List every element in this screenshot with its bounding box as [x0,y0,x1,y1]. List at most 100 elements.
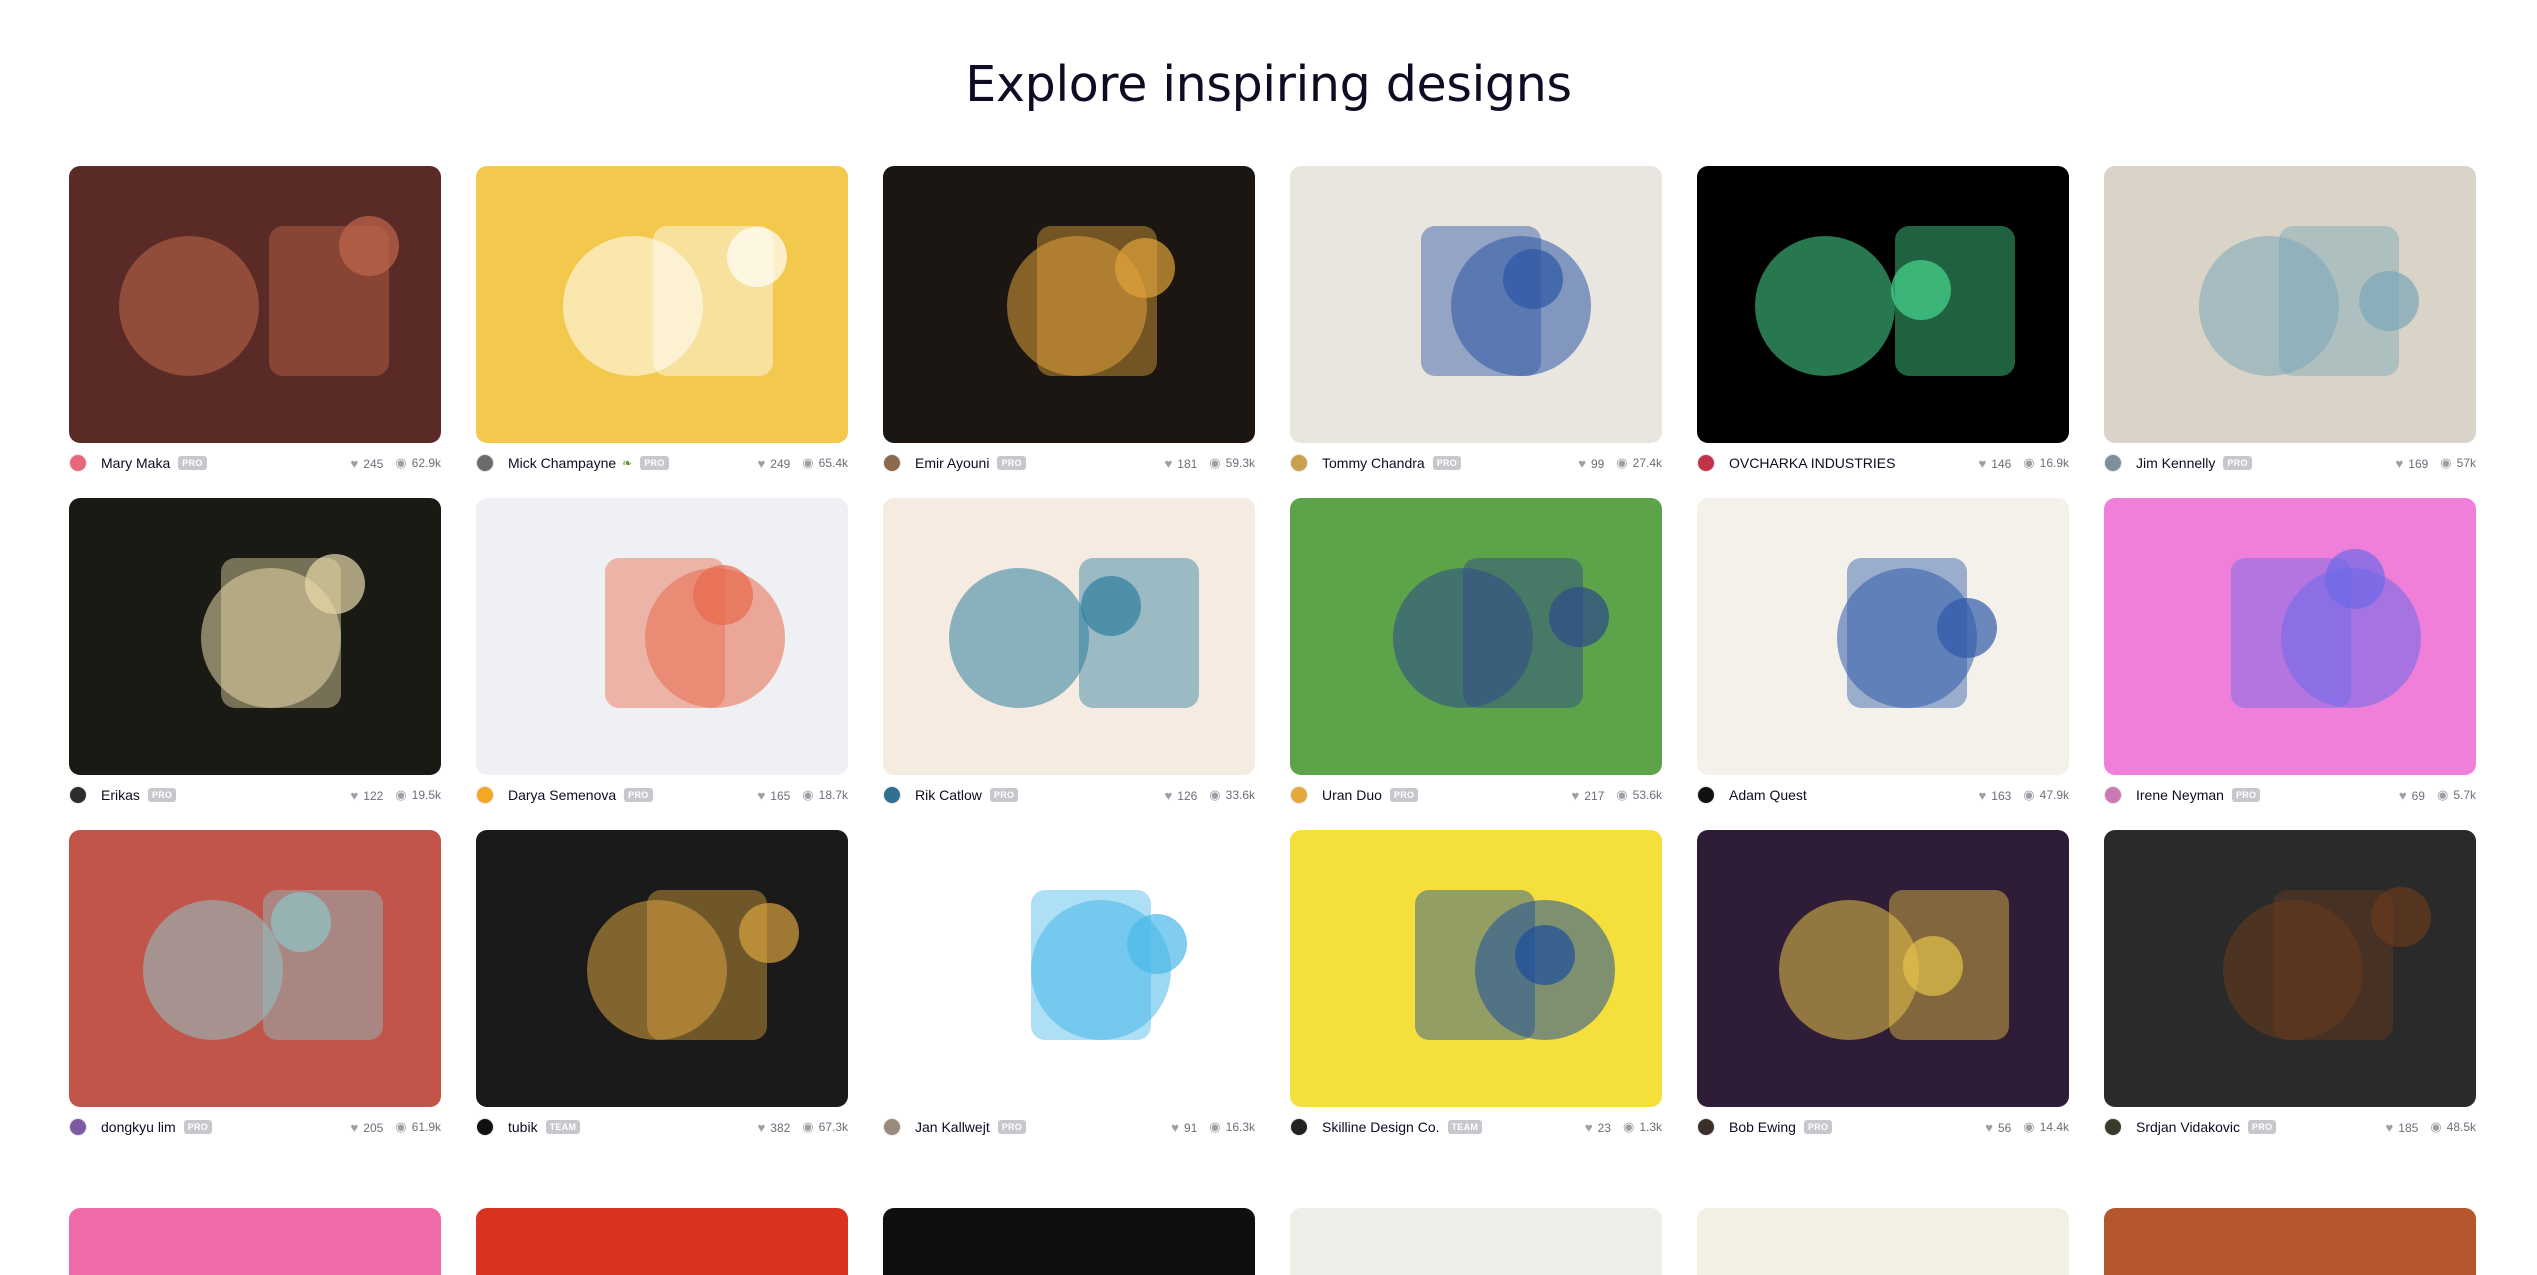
shot-thumbnail[interactable] [2104,1208,2476,1275]
shot-thumbnail[interactable] [69,830,441,1107]
shot-thumbnail[interactable] [2104,830,2476,1107]
shot-thumbnail[interactable] [1290,1208,1662,1275]
author-name[interactable]: Erikas [101,787,140,803]
like-count[interactable]: ♥ 146 [1979,456,2012,471]
avatar[interactable] [69,454,87,472]
author-name[interactable]: Mick Champayne [508,455,616,471]
avatar[interactable] [1697,454,1715,472]
shot-card[interactable]: tubik TEAM ♥ 382 ◉ 67.3k [476,830,848,1139]
shot-thumbnail[interactable] [476,498,848,775]
shot-thumbnail[interactable] [1697,830,2069,1107]
like-count[interactable]: ♥ 126 [1165,788,1198,803]
avatar[interactable] [2104,1118,2122,1136]
shot-thumbnail[interactable] [1697,1208,2069,1275]
author-name[interactable]: Adam Quest [1729,787,1807,803]
avatar[interactable] [2104,786,2122,804]
author-name[interactable]: Irene Neyman [2136,787,2224,803]
shot-thumbnail[interactable] [883,166,1255,443]
shot-card[interactable]: dongkyu lim PRO ♥ 205 ◉ 61.9k [69,830,441,1139]
shot-card[interactable]: Skilline Design Co. TEAM ♥ 23 ◉ 1.3k [1290,830,1662,1139]
like-count[interactable]: ♥ 122 [351,788,384,803]
like-count[interactable]: ♥ 181 [1165,456,1198,471]
avatar[interactable] [2104,454,2122,472]
view-count: ◉ 16.9k [2023,455,2069,470]
like-count[interactable]: ♥ 23 [1585,1120,1611,1135]
like-count[interactable]: ♥ 69 [2399,788,2425,803]
avatar[interactable] [1290,786,1308,804]
shot-card[interactable]: Srdjan Vidakovic PRO ♥ 185 ◉ 48.5k [2104,830,2476,1139]
like-count[interactable]: ♥ 249 [758,456,791,471]
like-count[interactable]: ♥ 163 [1979,788,2012,803]
avatar[interactable] [883,454,901,472]
shot-card[interactable]: Jim Kennelly PRO ♥ 169 ◉ 57k [2104,166,2476,475]
shot-thumbnail[interactable] [883,498,1255,775]
like-count[interactable]: ♥ 245 [351,456,384,471]
shot-thumbnail[interactable] [1697,166,2069,443]
shot-card[interactable]: Emir Ayouni PRO ♥ 181 ◉ 59.3k [883,166,1255,475]
avatar[interactable] [1290,1118,1308,1136]
shot-card[interactable]: Irene Neyman PRO ♥ 69 ◉ 5.7k [2104,498,2476,807]
author-name[interactable]: Emir Ayouni [915,455,989,471]
shot-thumbnail[interactable] [69,1208,441,1275]
avatar[interactable] [69,786,87,804]
eye-icon: ◉ [1616,787,1628,802]
avatar[interactable] [1290,454,1308,472]
like-count[interactable]: ♥ 205 [351,1120,384,1135]
shot-thumbnail[interactable] [1290,830,1662,1107]
like-count[interactable]: ♥ 169 [2396,456,2429,471]
shot-card[interactable]: Mary Maka PRO ♥ 245 ◉ 62.9k [69,166,441,475]
like-count[interactable]: ♥ 165 [758,788,791,803]
like-count[interactable]: ♥ 91 [1171,1120,1197,1135]
shot-thumbnail[interactable] [2104,498,2476,775]
like-count[interactable]: ♥ 56 [1985,1120,2011,1135]
avatar[interactable] [476,786,494,804]
author-name[interactable]: Srdjan Vidakovic [2136,1119,2240,1135]
shot-card[interactable]: Rik Catlow PRO ♥ 126 ◉ 33.6k [883,498,1255,807]
author-name[interactable]: Mary Maka [101,455,170,471]
author-name[interactable]: Uran Duo [1322,787,1382,803]
shot-thumbnail[interactable] [69,498,441,775]
shot-artwork [476,166,848,443]
like-count[interactable]: ♥ 185 [2386,1120,2419,1135]
like-count[interactable]: ♥ 99 [1578,456,1604,471]
shot-thumbnail[interactable] [476,166,848,443]
author-name[interactable]: Bob Ewing [1729,1119,1796,1135]
shot-thumbnail[interactable] [476,1208,848,1275]
shot-card[interactable]: Mick Champayne ❧ PRO ♥ 249 ◉ 65.4k [476,166,848,475]
like-count[interactable]: ♥ 382 [758,1120,791,1135]
author-name[interactable]: Tommy Chandra [1322,455,1425,471]
shot-card[interactable]: OVCHARKA INDUSTRIES ♥ 146 ◉ 16.9k [1697,166,2069,475]
avatar[interactable] [1697,1118,1715,1136]
author-name[interactable]: Darya Semenova [508,787,616,803]
author-name[interactable]: dongkyu lim [101,1119,176,1135]
shot-thumbnail[interactable] [1290,498,1662,775]
shot-card[interactable]: Uran Duo PRO ♥ 217 ◉ 53.6k [1290,498,1662,807]
avatar[interactable] [69,1118,87,1136]
author-name[interactable]: Skilline Design Co. [1322,1119,1440,1135]
avatar[interactable] [476,1118,494,1136]
shot-thumbnail[interactable] [1697,498,2069,775]
avatar[interactable] [1697,786,1715,804]
shot-artwork [2104,166,2476,443]
author-name[interactable]: Jan Kallwejt [915,1119,990,1135]
shot-thumbnail[interactable] [1290,166,1662,443]
avatar[interactable] [883,786,901,804]
shot-card[interactable]: Erikas PRO ♥ 122 ◉ 19.5k [69,498,441,807]
shot-thumbnail[interactable] [2104,166,2476,443]
author-name[interactable]: Jim Kennelly [2136,455,2215,471]
like-count[interactable]: ♥ 217 [1572,788,1605,803]
author-name[interactable]: Rik Catlow [915,787,982,803]
shot-thumbnail[interactable] [476,830,848,1107]
author-name[interactable]: tubik [508,1119,538,1135]
avatar[interactable] [476,454,494,472]
shot-thumbnail[interactable] [883,1208,1255,1275]
shot-thumbnail[interactable] [883,830,1255,1107]
shot-card[interactable]: Tommy Chandra PRO ♥ 99 ◉ 27.4k [1290,166,1662,475]
avatar[interactable] [883,1118,901,1136]
author-name[interactable]: OVCHARKA INDUSTRIES [1729,455,1895,471]
shot-card[interactable]: Bob Ewing PRO ♥ 56 ◉ 14.4k [1697,830,2069,1139]
shot-card[interactable]: Jan Kallwejt PRO ♥ 91 ◉ 16.3k [883,830,1255,1139]
shot-card[interactable]: Adam Quest ♥ 163 ◉ 47.9k [1697,498,2069,807]
shot-thumbnail[interactable] [69,166,441,443]
shot-card[interactable]: Darya Semenova PRO ♥ 165 ◉ 18.7k [476,498,848,807]
